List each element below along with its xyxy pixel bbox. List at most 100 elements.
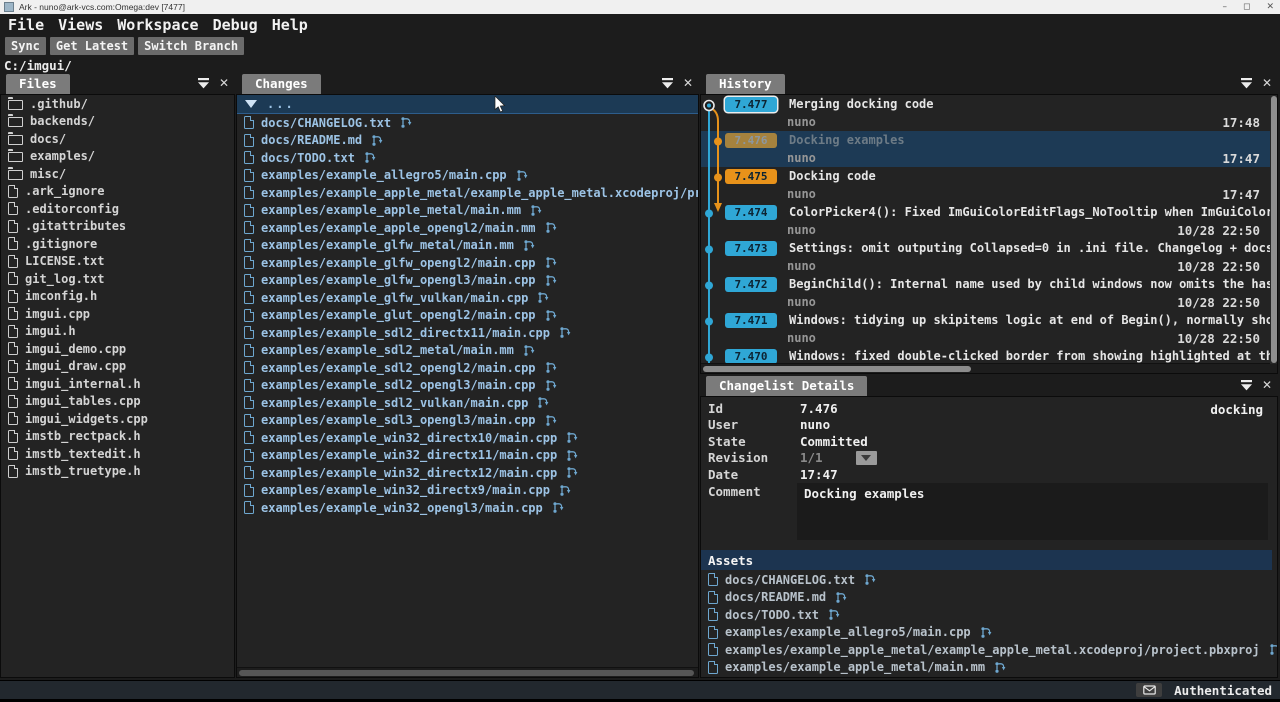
file-tree-item[interactable]: docs/ (1, 130, 234, 148)
history-commit-row[interactable]: 7.474 ColorPicker4(): Fixed ImGuiColorEd… (701, 203, 1270, 239)
tab-history[interactable]: History (706, 74, 785, 94)
change-branch-icon (523, 344, 536, 357)
file-name: .gitignore (25, 237, 97, 251)
filter-icon[interactable] (661, 78, 674, 89)
filter-icon[interactable] (1240, 78, 1253, 89)
menu-item[interactable]: Debug (213, 16, 258, 34)
file-tree-item[interactable]: .editorconfig (1, 200, 234, 218)
changed-file-row[interactable]: docs/CHANGELOG.txt (237, 114, 698, 132)
changed-file-row[interactable]: examples/example_win32_directx10/main.cp… (237, 429, 698, 447)
history-commit-row[interactable]: 7.472 BeginChild(): Internal name used b… (701, 275, 1270, 311)
changed-file-row[interactable]: examples/example_apple_metal/main.mm (237, 202, 698, 220)
asset-row[interactable]: examples/example_allegro5/main.cpp (701, 624, 1277, 642)
maximize-button[interactable]: ◻ (1243, 0, 1250, 14)
file-tree-item[interactable]: LICENSE.txt (1, 253, 234, 271)
file-icon (244, 396, 254, 409)
asset-row[interactable]: examples/example_apple_metal/main.mm (701, 659, 1277, 677)
asset-row[interactable]: docs/README.md (701, 589, 1277, 607)
file-tree-item[interactable]: backends/ (1, 113, 234, 131)
close-icon[interactable]: ✕ (1262, 77, 1272, 89)
changed-file-row[interactable]: docs/TODO.txt (237, 149, 698, 167)
history-commit-row[interactable]: 7.477 Merging docking code nuno 17:48 (701, 95, 1270, 131)
file-tree-item[interactable]: imgui_demo.cpp (1, 340, 234, 358)
file-tree-item[interactable]: examples/ (1, 148, 234, 166)
changed-file-row[interactable]: examples/example_win32_directx12/main.cp… (237, 464, 698, 482)
changed-file-row[interactable]: docs/README.md (237, 132, 698, 150)
collapse-triangle-icon[interactable] (245, 100, 257, 108)
history-hscrollbar[interactable] (701, 363, 1277, 373)
changed-file-row[interactable]: examples/example_win32_opengl3/main.cpp (237, 499, 698, 517)
history-commit-row[interactable]: 7.476 Docking examples nuno 17:47 (701, 131, 1270, 167)
comment-box[interactable]: Docking examples (797, 483, 1268, 540)
changes-hscrollbar[interactable] (237, 667, 698, 677)
asset-row[interactable]: docs/CHANGELOG.txt (701, 571, 1277, 589)
changed-file-row[interactable]: examples/example_glfw_vulkan/main.cpp (237, 289, 698, 307)
file-path: examples/example_sdl2_opengl3/main.cpp (261, 378, 536, 392)
tab-files[interactable]: Files (6, 74, 70, 94)
menu-item[interactable]: Workspace (117, 16, 198, 34)
envelope-button[interactable] (1136, 683, 1162, 697)
file-tree-item[interactable]: .gitignore (1, 235, 234, 253)
changed-file-row[interactable]: examples/example_sdl2_opengl3/main.cpp (237, 377, 698, 395)
file-tree-item[interactable]: .gitattributes (1, 218, 234, 236)
file-tree-item[interactable]: imgui_internal.h (1, 375, 234, 393)
history-commit-row[interactable]: 7.471 Windows: tidying up skipitems logi… (701, 311, 1270, 347)
file-tree-item[interactable]: imconfig.h (1, 288, 234, 306)
minimize-button[interactable]: – (1222, 0, 1227, 14)
file-tree-item[interactable]: imstb_truetype.h (1, 463, 234, 481)
revision-dropdown[interactable] (856, 451, 877, 465)
changed-file-row[interactable]: examples/example_apple_opengl2/main.mm (237, 219, 698, 237)
menu-item[interactable]: Views (58, 16, 103, 34)
changed-file-row[interactable]: examples/example_win32_directx11/main.cp… (237, 447, 698, 465)
changed-file-row[interactable]: examples/example_glfw_opengl2/main.cpp (237, 254, 698, 272)
file-tree-item[interactable]: imgui.h (1, 323, 234, 341)
history-commit-row[interactable]: 7.473 Settings: omit outputing Collapsed… (701, 239, 1270, 275)
asset-row[interactable]: examples/example_apple_metal/example_app… (701, 641, 1277, 659)
toolbar-button[interactable]: Sync (5, 37, 46, 55)
history-vscrollbar[interactable] (1270, 95, 1277, 364)
file-tree-item[interactable]: imstb_rectpack.h (1, 428, 234, 446)
changed-file-row[interactable]: examples/example_sdl2_opengl2/main.cpp (237, 359, 698, 377)
history-commit-row[interactable]: 7.475 Docking code nuno 17:47 (701, 167, 1270, 203)
file-tree-item[interactable]: .github/ (1, 95, 234, 113)
file-icon (244, 221, 254, 234)
file-tree-item[interactable]: imgui_draw.cpp (1, 358, 234, 376)
filter-icon[interactable] (1240, 380, 1253, 391)
asset-row[interactable]: examples/example_apple_opengl2/main.mm (701, 676, 1277, 677)
changed-file-row[interactable]: examples/example_win32_directx9/main.cpp (237, 482, 698, 500)
changed-file-row[interactable]: examples/example_sdl3_opengl3/main.cpp (237, 412, 698, 430)
changed-file-row[interactable]: examples/example_sdl2_metal/main.mm (237, 342, 698, 360)
changed-file-row[interactable]: examples/example_glfw_metal/main.mm (237, 237, 698, 255)
changes-root-row[interactable]: ... (237, 95, 698, 114)
history-list: 7.477 Merging docking code nuno 17:48 7.… (701, 95, 1270, 374)
file-tree-item[interactable]: imgui_widgets.cpp (1, 410, 234, 428)
file-icon (8, 272, 18, 285)
changed-file-row[interactable]: examples/example_glut_opengl2/main.cpp (237, 307, 698, 325)
file-tree-item[interactable]: .ark_ignore (1, 183, 234, 201)
filter-icon[interactable] (197, 78, 210, 89)
file-icon (8, 255, 18, 268)
file-tree-item[interactable]: imgui.cpp (1, 305, 234, 323)
close-button[interactable]: ✕ (1266, 0, 1274, 14)
toolbar-button[interactable]: Switch Branch (138, 37, 244, 55)
menu-item[interactable]: File (8, 16, 44, 34)
file-tree-item[interactable]: git_log.txt (1, 270, 234, 288)
changed-file-row[interactable]: examples/example_sdl2_directx11/main.cpp (237, 324, 698, 342)
close-icon[interactable]: ✕ (1262, 379, 1272, 391)
close-icon[interactable]: ✕ (219, 77, 229, 89)
file-tree-item[interactable]: misc/ (1, 165, 234, 183)
file-tree-item[interactable]: imgui_tables.cpp (1, 393, 234, 411)
changed-file-row[interactable]: examples/example_apple_metal/example_app… (237, 184, 698, 202)
changed-file-row[interactable]: examples/example_sdl2_vulkan/main.cpp (237, 394, 698, 412)
asset-row[interactable]: docs/TODO.txt (701, 606, 1277, 624)
changed-file-row[interactable]: examples/example_glfw_opengl3/main.cpp (237, 272, 698, 290)
changed-file-row[interactable]: examples/example_allegro5/main.cpp (237, 167, 698, 185)
tab-changes[interactable]: Changes (242, 74, 321, 94)
tab-changelist-details[interactable]: Changelist Details (706, 376, 867, 396)
file-icon (244, 449, 254, 462)
file-icon (8, 447, 18, 460)
toolbar-button[interactable]: Get Latest (50, 37, 134, 55)
close-icon[interactable]: ✕ (683, 77, 693, 89)
file-tree-item[interactable]: imstb_textedit.h (1, 445, 234, 463)
menu-item[interactable]: Help (272, 16, 308, 34)
